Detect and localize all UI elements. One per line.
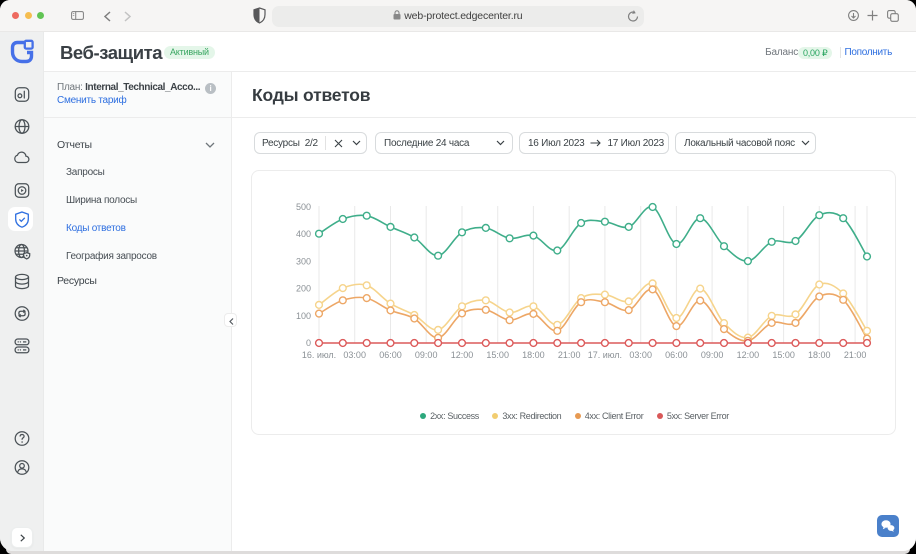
svg-text:18:00: 18:00 [522,350,545,360]
svg-text:12:00: 12:00 [451,350,474,360]
svg-text:300: 300 [296,256,311,266]
svg-text:200: 200 [296,284,311,294]
svg-text:03:00: 03:00 [629,350,652,360]
svg-text:500: 500 [296,202,311,212]
svg-text:03:00: 03:00 [343,350,366,360]
svg-text:21:00: 21:00 [558,350,581,360]
svg-text:09:00: 09:00 [701,350,724,360]
svg-text:15:00: 15:00 [772,350,795,360]
svg-text:400: 400 [296,229,311,239]
svg-text:06:00: 06:00 [665,350,688,360]
svg-text:17. июл.: 17. июл. [588,350,622,360]
svg-text:06:00: 06:00 [379,350,402,360]
svg-text:15:00: 15:00 [486,350,509,360]
svg-text:16. июл.: 16. июл. [302,350,336,360]
svg-text:100: 100 [296,311,311,321]
svg-text:12:00: 12:00 [737,350,760,360]
svg-text:18:00: 18:00 [808,350,831,360]
svg-text:09:00: 09:00 [415,350,438,360]
svg-text:21:00: 21:00 [844,350,867,360]
svg-text:0: 0 [306,338,311,348]
